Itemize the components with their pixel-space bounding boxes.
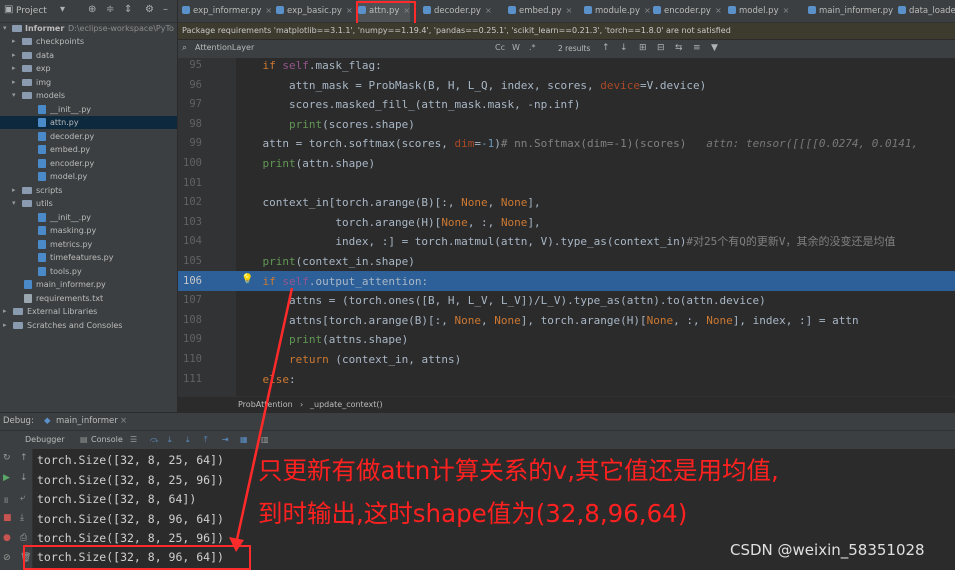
- annotation-text: 只更新有做attn计算关系的v,其它值还是用均值, 到时输出,这时shape值为…: [258, 449, 955, 535]
- annotation-line-2: 到时输出,这时shape值为(32,8,96,64): [258, 499, 688, 528]
- annotation-line-1: 只更新有做attn计算关系的v,其它值还是用均值,: [258, 456, 779, 485]
- watermark: CSDN @weixin_58351028: [730, 541, 925, 559]
